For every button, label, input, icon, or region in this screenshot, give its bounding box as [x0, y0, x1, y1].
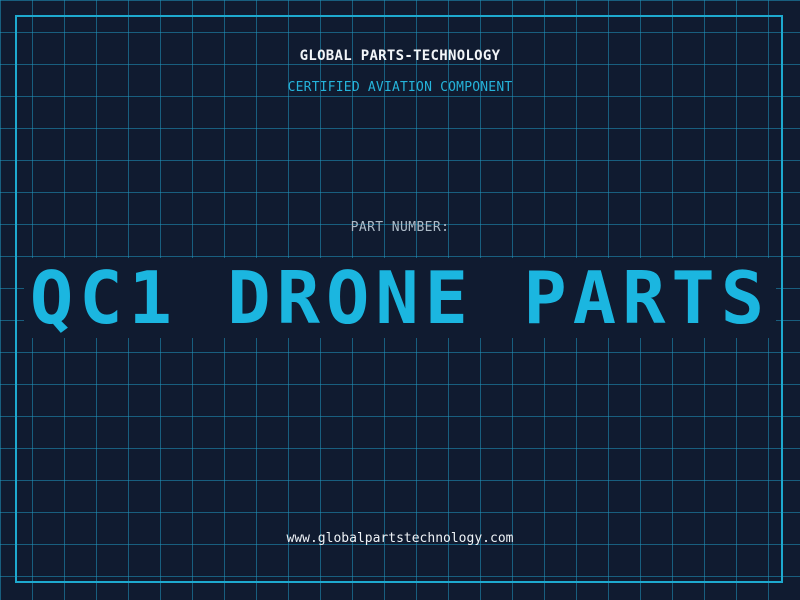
certification-tagline: CERTIFIED AVIATION COMPONENT [287, 80, 513, 95]
part-number-value: QC1 DRONE PARTS [23, 258, 777, 338]
company-name: GLOBAL PARTS-TECHNOLOGY [299, 48, 501, 64]
website-url: www.globalpartstechnology.com [286, 531, 514, 546]
part-number-label: PART NUMBER: [350, 220, 450, 235]
part-label-card: GLOBAL PARTS-TECHNOLOGY CERTIFIED AVIATI… [0, 0, 800, 600]
part-number-container: QC1 DRONE PARTS [0, 258, 800, 338]
